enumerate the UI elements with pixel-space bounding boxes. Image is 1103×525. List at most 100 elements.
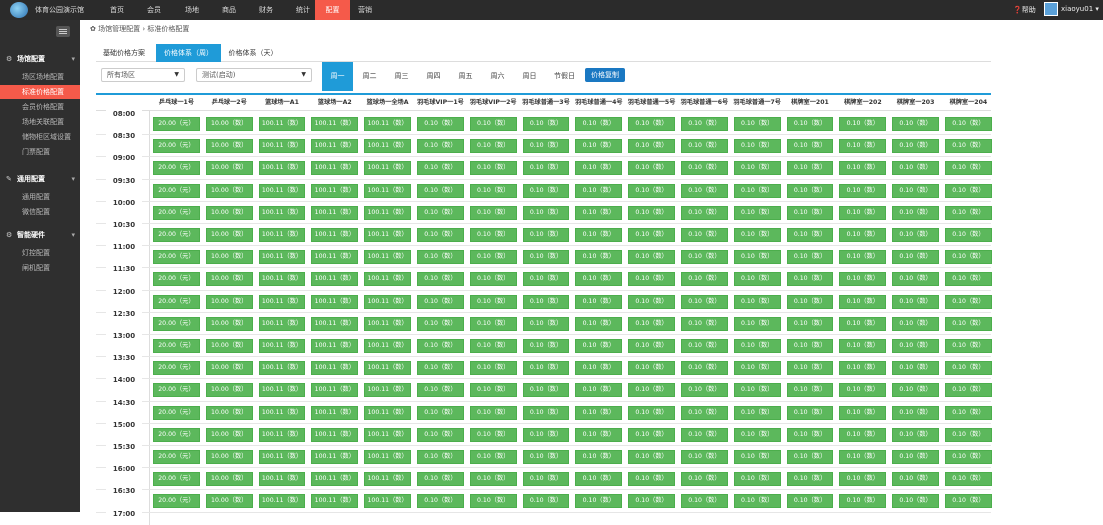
sidebar-item[interactable]: 场地关联配置 xyxy=(0,115,80,129)
price-cell[interactable]: 0.10（数） xyxy=(522,139,570,154)
price-cell[interactable]: 20.00（元） xyxy=(153,339,200,353)
day-tab-1[interactable]: 周二 xyxy=(354,62,385,91)
price-cell[interactable]: 0.10（数） xyxy=(945,228,992,242)
price-cell[interactable]: 100.11（数） xyxy=(364,361,411,376)
price-cell[interactable]: 0.10（数） xyxy=(628,183,675,198)
price-cell[interactable]: 100.11（数） xyxy=(364,183,411,198)
price-cell[interactable]: 0.10（数） xyxy=(417,405,464,420)
price-cell[interactable]: 0.10（数） xyxy=(733,494,781,509)
price-cell[interactable]: 0.10（数） xyxy=(469,294,517,309)
price-cell[interactable]: 100.11（数） xyxy=(364,450,411,464)
sidebar-item[interactable]: 储物柜区域设置 xyxy=(0,130,80,144)
price-cell[interactable]: 0.10（数） xyxy=(681,161,728,176)
price-cell[interactable]: 100.11（数） xyxy=(364,250,411,265)
price-cell[interactable]: 0.10（数） xyxy=(575,294,623,309)
price-cell[interactable]: 0.10（数） xyxy=(417,205,464,220)
price-cell[interactable]: 0.10（数） xyxy=(839,117,887,131)
sidebar-item[interactable]: 会员价格配置 xyxy=(0,100,80,114)
price-cell[interactable]: 0.10（数） xyxy=(522,450,570,464)
sidebar-item[interactable]: 闸机配置 xyxy=(0,261,80,275)
price-cell[interactable]: 0.10（数） xyxy=(522,250,570,265)
nav-item-3[interactable]: 商品 xyxy=(216,0,242,20)
price-cell[interactable]: 0.10（数） xyxy=(417,316,464,331)
price-cell[interactable]: 20.00（元） xyxy=(153,294,200,309)
price-cell[interactable]: 0.10（数） xyxy=(628,117,675,131)
price-cell[interactable]: 100.11（数） xyxy=(311,316,359,331)
area-select[interactable]: 所有场区 ▼ xyxy=(101,68,185,82)
price-cell[interactable]: 0.10（数） xyxy=(892,339,939,353)
price-cell[interactable]: 20.00（元） xyxy=(153,472,200,487)
price-cell[interactable]: 0.10（数） xyxy=(522,405,570,420)
price-cell[interactable]: 0.10（数） xyxy=(417,361,464,376)
price-cell[interactable]: 10.00（数） xyxy=(205,494,253,509)
tab-2[interactable]: 价格体系（天） xyxy=(221,44,285,62)
price-cell[interactable]: 0.10（数） xyxy=(839,383,887,398)
nav-item-4[interactable]: 财务 xyxy=(253,0,279,20)
price-cell[interactable]: 100.11（数） xyxy=(364,117,411,131)
price-cell[interactable]: 0.10（数） xyxy=(469,139,517,154)
price-cell[interactable]: 0.10（数） xyxy=(522,361,570,376)
price-cell[interactable]: 0.10（数） xyxy=(945,383,992,398)
price-cell[interactable]: 0.10（数） xyxy=(469,361,517,376)
tab-0[interactable]: 基础价格方案 xyxy=(96,44,152,62)
price-cell[interactable]: 0.10（数） xyxy=(892,139,939,154)
sidebar-item[interactable]: 灯控配置 xyxy=(0,246,80,260)
price-cell[interactable]: 100.11（数） xyxy=(258,361,306,376)
price-cell[interactable]: 0.10（数） xyxy=(417,339,464,353)
price-cell[interactable]: 100.11（数） xyxy=(311,205,359,220)
price-cell[interactable]: 100.11（数） xyxy=(364,272,411,287)
price-cell[interactable]: 0.10（数） xyxy=(945,117,992,131)
price-cell[interactable]: 100.11（数） xyxy=(311,472,359,487)
price-cell[interactable]: 0.10（数） xyxy=(575,494,623,509)
price-cell[interactable]: 20.00（元） xyxy=(153,427,200,442)
price-cell[interactable]: 0.10（数） xyxy=(733,272,781,287)
price-cell[interactable]: 0.10（数） xyxy=(628,228,675,242)
price-cell[interactable]: 0.10（数） xyxy=(786,205,834,220)
price-cell[interactable]: 0.10（数） xyxy=(839,361,887,376)
price-cell[interactable]: 0.10（数） xyxy=(469,427,517,442)
price-cell[interactable]: 0.10（数） xyxy=(892,117,939,131)
price-cell[interactable]: 0.10（数） xyxy=(417,450,464,464)
price-cell[interactable]: 0.10（数） xyxy=(839,161,887,176)
price-cell[interactable]: 0.10（数） xyxy=(417,294,464,309)
price-cell[interactable]: 0.10（数） xyxy=(945,139,992,154)
price-cell[interactable]: 0.10（数） xyxy=(417,139,464,154)
price-cell[interactable]: 0.10（数） xyxy=(733,183,781,198)
price-cell[interactable]: 0.10（数） xyxy=(733,383,781,398)
price-cell[interactable]: 100.11（数） xyxy=(364,339,411,353)
price-cell[interactable]: 100.11（数） xyxy=(258,450,306,464)
price-cell[interactable]: 0.10（数） xyxy=(892,228,939,242)
price-cell[interactable]: 100.11（数） xyxy=(258,139,306,154)
price-cell[interactable]: 100.11（数） xyxy=(258,405,306,420)
price-cell[interactable]: 0.10（数） xyxy=(469,272,517,287)
price-cell[interactable]: 0.10（数） xyxy=(469,205,517,220)
price-cell[interactable]: 0.10（数） xyxy=(522,161,570,176)
price-cell[interactable]: 0.10（数） xyxy=(681,472,728,487)
price-cell[interactable]: 0.10（数） xyxy=(839,183,887,198)
price-cell[interactable]: 10.00（数） xyxy=(205,139,253,154)
price-cell[interactable]: 100.11（数） xyxy=(364,427,411,442)
price-cell[interactable]: 100.11（数） xyxy=(311,161,359,176)
price-cell[interactable]: 20.00（元） xyxy=(153,405,200,420)
price-cell[interactable]: 100.11（数） xyxy=(258,161,306,176)
nav-item-1[interactable]: 会员 xyxy=(141,0,167,20)
price-cell[interactable]: 0.10（数） xyxy=(733,427,781,442)
price-cell[interactable]: 0.10（数） xyxy=(945,450,992,464)
price-cell[interactable]: 10.00（数） xyxy=(205,183,253,198)
price-cell[interactable]: 0.10（数） xyxy=(733,405,781,420)
nav-item-0[interactable]: 首页 xyxy=(104,0,130,20)
price-cell[interactable]: 0.10（数） xyxy=(575,405,623,420)
price-cell[interactable]: 0.10（数） xyxy=(681,183,728,198)
price-cell[interactable]: 10.00（数） xyxy=(205,383,253,398)
price-cell[interactable]: 0.10（数） xyxy=(417,427,464,442)
price-cell[interactable]: 10.00（数） xyxy=(205,272,253,287)
price-cell[interactable]: 0.10（数） xyxy=(839,205,887,220)
price-cell[interactable]: 0.10（数） xyxy=(892,183,939,198)
price-cell[interactable]: 20.00（元） xyxy=(153,494,200,509)
price-cell[interactable]: 0.10（数） xyxy=(945,272,992,287)
price-cell[interactable]: 0.10（数） xyxy=(892,205,939,220)
price-cell[interactable]: 0.10（数） xyxy=(469,494,517,509)
price-cell[interactable]: 100.11（数） xyxy=(311,339,359,353)
price-cell[interactable]: 0.10（数） xyxy=(522,183,570,198)
price-cell[interactable]: 0.10（数） xyxy=(945,205,992,220)
